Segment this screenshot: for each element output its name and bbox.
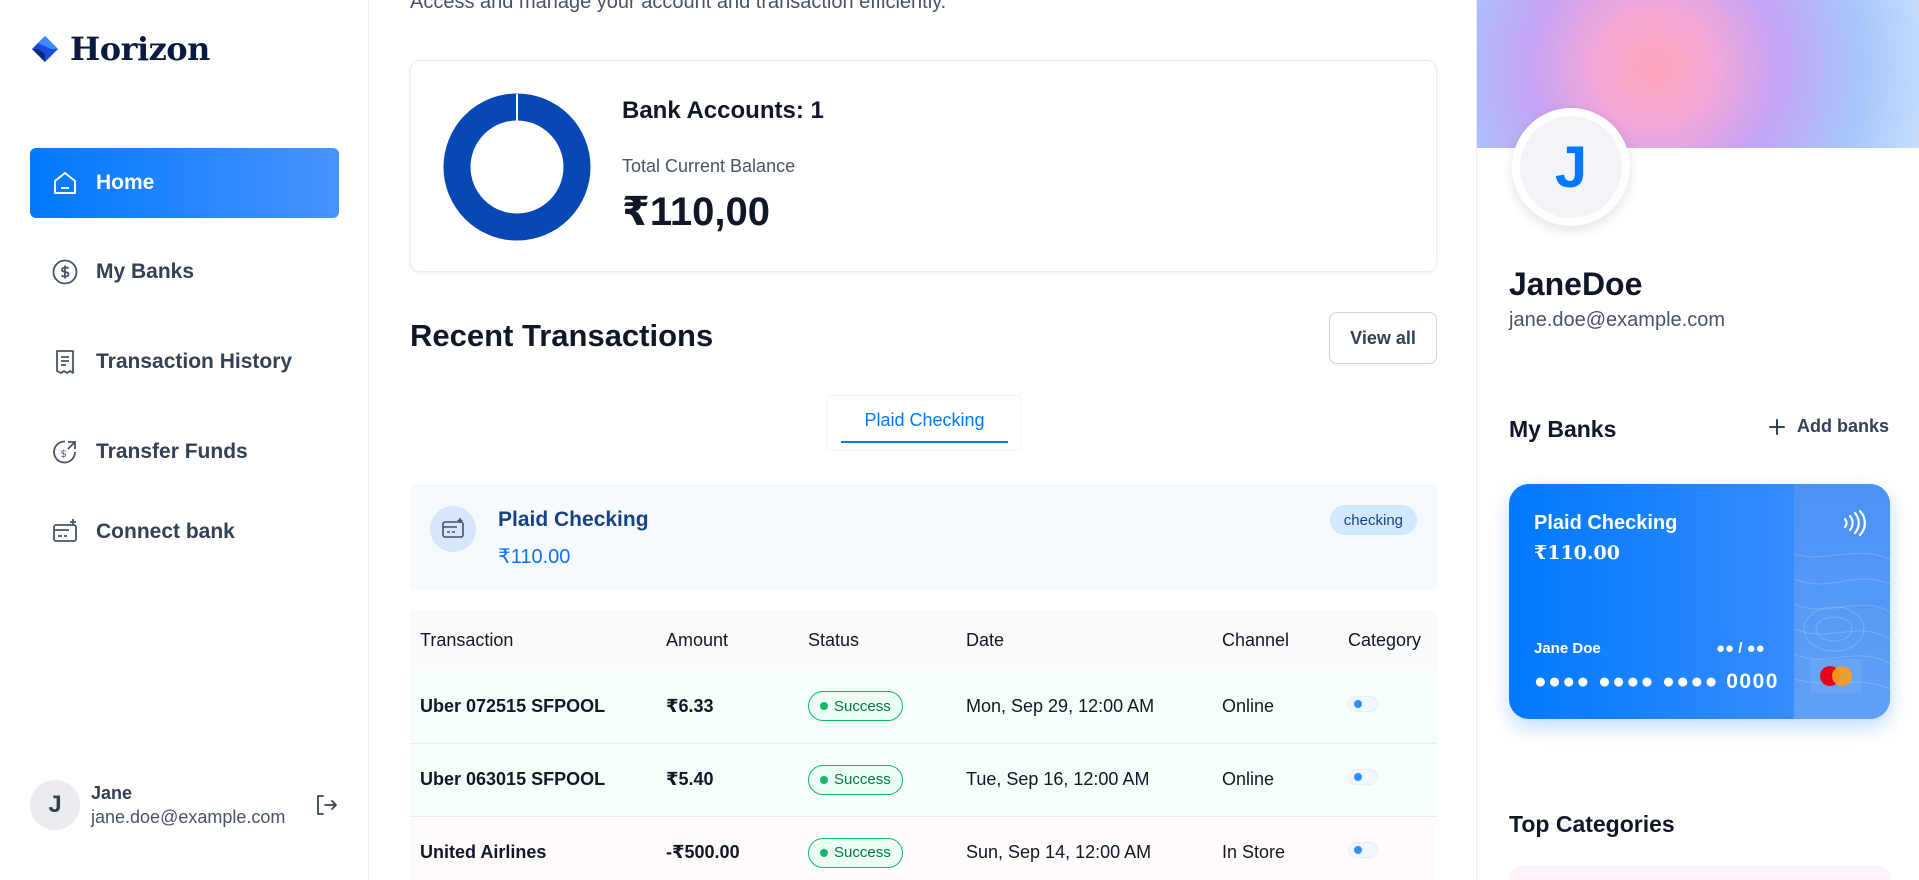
- transaction-name: United Airlines: [410, 816, 656, 880]
- user-footer: J Jane jane.doe@example.com: [30, 780, 339, 830]
- recent-transactions-title: Recent Transactions: [410, 318, 714, 353]
- transaction-name: Uber 063015 SFPOOL: [410, 743, 656, 817]
- logo[interactable]: Horizon: [30, 30, 210, 68]
- sidebar-item-transfer-funds[interactable]: $ Transfer Funds: [30, 417, 339, 487]
- transaction-date: Sun, Sep 14, 12:00 AM: [956, 816, 1212, 880]
- status-text: Success: [834, 844, 891, 861]
- status-dot: [820, 702, 828, 711]
- table-row[interactable]: Uber 063015 SFPOOL ₹5.40 Success Tue, Se…: [410, 743, 1437, 817]
- transaction-name: Uber 072515 SFPOOL: [410, 670, 656, 744]
- profile-avatar[interactable]: J: [1512, 108, 1630, 226]
- top-categories-title: Top Categories: [1509, 811, 1675, 837]
- status-badge: Success: [808, 691, 903, 722]
- sidebar-item-label: Connect bank: [96, 520, 235, 543]
- column-header: Date: [956, 610, 1212, 670]
- sidebar-item-label: My Banks: [96, 260, 195, 283]
- avatar[interactable]: J: [30, 780, 80, 830]
- card-expiry: ●● / ●●: [1716, 640, 1765, 657]
- card-number: ●●●● ●●●● ●●●● 0000: [1534, 670, 1779, 693]
- column-header: Status: [798, 610, 956, 670]
- bank-info-name: Plaid Checking: [498, 508, 649, 531]
- total-balance-value: ₹110,00: [622, 190, 770, 234]
- contactless-icon: [1843, 509, 1866, 537]
- table-row[interactable]: Uber 072515 SFPOOL ₹6.33 Success Mon, Se…: [410, 670, 1437, 744]
- transaction-channel: Online: [1212, 670, 1338, 744]
- category-card: [1509, 866, 1890, 880]
- balance-donut-chart: [443, 93, 591, 241]
- view-all-button[interactable]: View all: [1329, 312, 1437, 364]
- status-badge: Success: [808, 837, 903, 868]
- app-name: Horizon: [70, 30, 210, 68]
- transaction-amount: ₹6.33: [656, 670, 798, 744]
- bank-info-card[interactable]: Plaid Checking ₹110.00 checking: [410, 484, 1437, 591]
- horizon-logo-icon: [32, 36, 58, 62]
- account-type-badge: checking: [1329, 505, 1417, 535]
- transaction-amount: -₹500.00: [656, 816, 798, 880]
- transactions-table: Transaction Amount Status Date Channel C…: [410, 610, 1437, 880]
- money-send-icon: $: [50, 437, 80, 467]
- category-badge: [1348, 769, 1378, 785]
- card-holder-name: Jane Doe: [1534, 640, 1601, 657]
- sidebar-item-transaction-history[interactable]: Transaction History: [30, 327, 339, 397]
- bank-card-icon: [430, 506, 476, 552]
- mastercard-icon: [1810, 659, 1862, 693]
- sidebar-item-label: Transaction History: [96, 350, 293, 373]
- bank-accounts-count: Bank Accounts: 1: [622, 97, 824, 124]
- sidebar-item-connect-bank[interactable]: Connect bank: [30, 497, 339, 567]
- profile-email: jane.doe@example.com: [1509, 309, 1725, 331]
- bank-info-amount: ₹110.00: [498, 546, 571, 568]
- total-balance-label: Total Current Balance: [622, 156, 796, 176]
- sidebar: Horizon Home My Banks Transaction Histor…: [0, 0, 369, 880]
- transaction-channel: In Store: [1212, 816, 1338, 880]
- status-dot: [820, 775, 828, 784]
- sidebar-item-label: Home: [96, 171, 155, 194]
- logout-icon[interactable]: [313, 792, 339, 818]
- total-balance-card: Bank Accounts: 1 Total Current Balance ₹…: [410, 60, 1437, 272]
- table-header-row: Transaction Amount Status Date Channel C…: [410, 610, 1437, 670]
- bank-card[interactable]: Plaid Checking ₹110.00 Jane Doe ●● / ●● …: [1509, 484, 1890, 719]
- receipt-icon: [50, 347, 80, 377]
- column-header: Category: [1338, 610, 1437, 670]
- user-name: Jane: [91, 782, 133, 803]
- sidebar-item-home[interactable]: Home: [30, 148, 339, 218]
- column-header: Transaction: [410, 610, 656, 670]
- transaction-date: Mon, Sep 29, 12:00 AM: [956, 670, 1212, 744]
- svg-text:$: $: [61, 449, 67, 460]
- column-header: Channel: [1212, 610, 1338, 670]
- right-sidebar: J JaneDoe jane.doe@example.com My Banks …: [1476, 0, 1919, 880]
- profile-name: JaneDoe: [1509, 266, 1643, 302]
- add-banks-label: Add banks: [1797, 416, 1890, 436]
- page-subtitle: Access and manage your account and trans…: [410, 0, 947, 13]
- sidebar-item-my-banks[interactable]: My Banks: [30, 237, 339, 307]
- column-header: Amount: [656, 610, 798, 670]
- tab-plaid-checking[interactable]: Plaid Checking: [841, 400, 1008, 443]
- transaction-date: Tue, Sep 16, 12:00 AM: [956, 743, 1212, 817]
- card-balance: ₹110.00: [1534, 542, 1620, 564]
- card-bank-name: Plaid Checking: [1534, 512, 1678, 534]
- home-icon: [50, 168, 80, 198]
- status-text: Success: [834, 771, 891, 788]
- transaction-amount: ₹5.40: [656, 743, 798, 817]
- my-banks-title: My Banks: [1509, 416, 1617, 442]
- add-banks-button[interactable]: Add banks: [1767, 416, 1889, 437]
- plus-icon: [1769, 418, 1785, 435]
- sidebar-item-label: Transfer Funds: [96, 440, 248, 463]
- dollar-circle-icon: [50, 257, 80, 287]
- transaction-channel: Online: [1212, 743, 1338, 817]
- category-badge: [1348, 842, 1378, 858]
- status-text: Success: [834, 697, 891, 715]
- card-add-icon: [50, 517, 80, 547]
- status-dot: [820, 848, 828, 857]
- user-email: jane.doe@example.com: [91, 806, 286, 827]
- category-badge: [1348, 695, 1378, 712]
- bank-tabs: Plaid Checking: [826, 395, 1021, 451]
- status-badge: Success: [808, 764, 903, 795]
- table-row[interactable]: United Airlines -₹500.00 Success Sun, Se…: [410, 816, 1437, 880]
- main-content: Access and manage your account and trans…: [370, 0, 1476, 880]
